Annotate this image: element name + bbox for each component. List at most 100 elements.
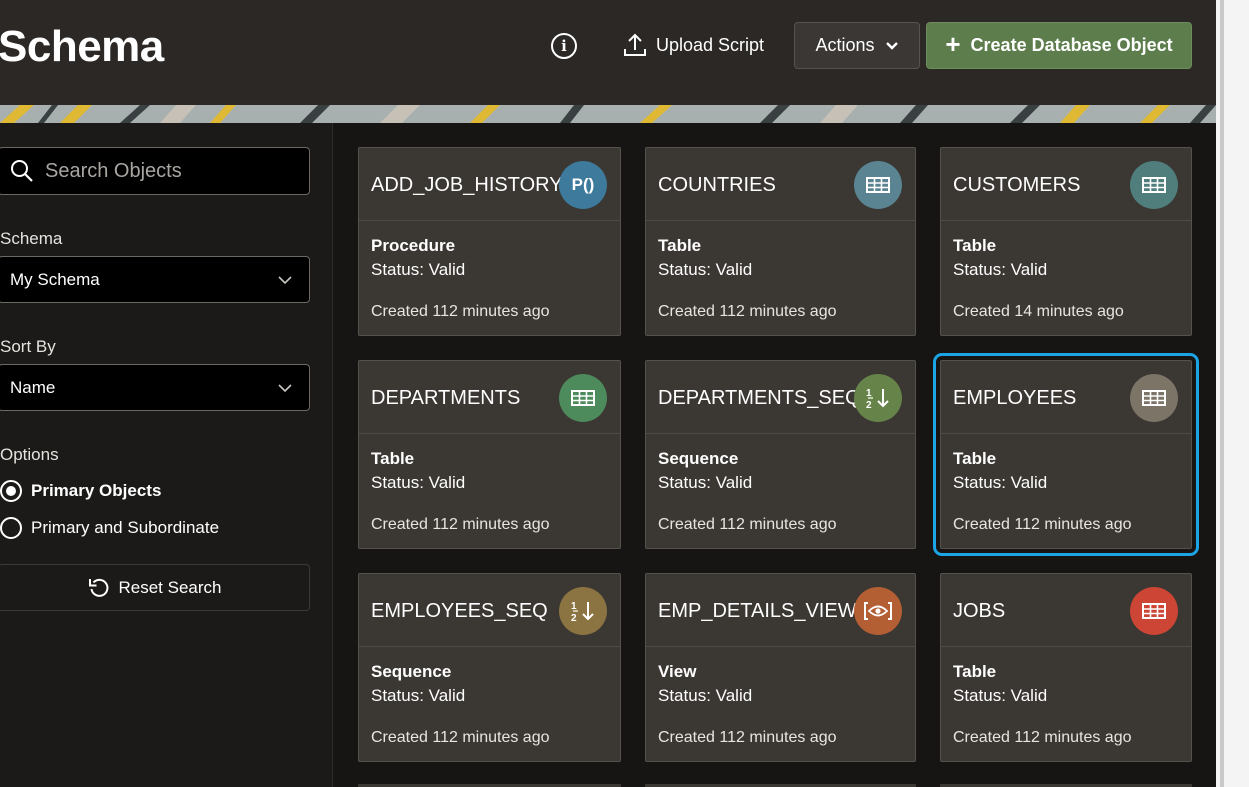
- object-name[interactable]: EMPLOYEES: [953, 387, 1076, 410]
- object-created: Created 14 minutes ago: [953, 303, 1124, 320]
- page-header: Schema i Upload Script Actions + Create …: [0, 0, 1216, 105]
- object-created: Created 112 minutes ago: [658, 303, 837, 320]
- object-type: Table: [953, 449, 997, 468]
- object-status: Status: Valid: [953, 686, 1048, 705]
- object-created: Created 112 minutes ago: [658, 516, 837, 533]
- search-field[interactable]: [0, 147, 310, 195]
- object-created: Created 112 minutes ago: [953, 516, 1132, 533]
- svg-text:1: 1: [866, 388, 872, 399]
- card-header: DEPARTMENTS: [359, 361, 620, 434]
- object-card[interactable]: EMPLOYEES Table Status: Valid Created 11…: [933, 353, 1199, 556]
- search-input[interactable]: [45, 159, 285, 183]
- view-icon: [854, 587, 902, 635]
- upload-script-label: Upload Script: [656, 34, 765, 55]
- object-created: Created 112 minutes ago: [371, 729, 550, 746]
- procedure-icon: P(): [559, 161, 607, 209]
- object-type: Table: [953, 236, 997, 255]
- options-label: Options: [0, 445, 59, 464]
- object-type: Sequence: [658, 449, 739, 468]
- object-card[interactable]: ADD_JOB_HISTORY P() Procedure Status: Va…: [358, 147, 621, 336]
- svg-text:2: 2: [866, 400, 872, 410]
- card-header: EMP_DETAILS_VIEW: [646, 574, 915, 647]
- object-name[interactable]: EMPLOYEES_SEQ: [371, 600, 548, 623]
- object-created: Created 112 minutes ago: [658, 729, 837, 746]
- object-card[interactable]: EMP_DETAILS_VIEW View Status: Valid Crea…: [645, 573, 916, 762]
- search-sidebar: Schema My Schema Sort By Name Options Pr…: [0, 123, 333, 787]
- schema-label: Schema: [0, 229, 63, 248]
- reset-search-button[interactable]: Reset Search: [0, 564, 310, 611]
- actions-menu-button[interactable]: Actions: [794, 22, 920, 69]
- decorative-banner: [0, 105, 1216, 123]
- object-card[interactable]: CUSTOMERS Table Status: Valid Created 14…: [940, 147, 1192, 336]
- object-card[interactable]: COUNTRIES Table Status: Valid Created 11…: [645, 147, 916, 336]
- table-icon: [1130, 587, 1178, 635]
- object-card[interactable]: DEPARTMENTS_SEQ 12 Sequence Status: Vali…: [645, 360, 916, 549]
- card-header: JOBS: [941, 574, 1191, 647]
- object-status: Status: Valid: [953, 260, 1048, 279]
- chevron-down-icon: [278, 275, 292, 284]
- chevron-down-icon: [278, 383, 292, 392]
- table-icon: [854, 161, 902, 209]
- object-name[interactable]: JOBS: [953, 600, 1005, 623]
- svg-text:2: 2: [571, 613, 577, 623]
- object-created: Created 112 minutes ago: [371, 303, 550, 320]
- create-label: Create Database Object: [970, 35, 1173, 55]
- schema-select[interactable]: My Schema: [0, 256, 310, 303]
- card-header: EMPLOYEES: [941, 361, 1191, 434]
- sequence-icon: 12: [854, 374, 902, 422]
- table-icon: [1130, 161, 1178, 209]
- search-icon: [11, 160, 33, 182]
- object-name[interactable]: EMP_DETAILS_VIEW: [658, 600, 857, 623]
- object-type: Sequence: [371, 662, 452, 681]
- table-icon: [559, 374, 607, 422]
- actions-label: Actions: [815, 35, 875, 55]
- schema-select-value: My Schema: [10, 269, 100, 289]
- sequence-icon: 12: [559, 587, 607, 635]
- page-title: Schema: [0, 22, 164, 71]
- info-icon[interactable]: i: [551, 33, 577, 59]
- option-primary-objects[interactable]: Primary Objects: [0, 480, 161, 502]
- object-name[interactable]: DEPARTMENTS_SEQ: [658, 387, 861, 410]
- card-header: ADD_JOB_HISTORY P(): [359, 148, 620, 221]
- upload-script-button[interactable]: Upload Script: [622, 30, 764, 60]
- sort-by-value: Name: [10, 377, 56, 397]
- card-header: DEPARTMENTS_SEQ 12: [646, 361, 915, 434]
- object-status: Status: Valid: [658, 473, 753, 492]
- object-name[interactable]: CUSTOMERS: [953, 174, 1080, 197]
- object-name[interactable]: ADD_JOB_HISTORY: [371, 174, 563, 197]
- object-type: Table: [953, 662, 997, 681]
- procedure-icon-label: P(): [571, 175, 595, 194]
- object-status: Status: Valid: [371, 686, 466, 705]
- object-name[interactable]: DEPARTMENTS: [371, 387, 520, 410]
- object-card[interactable]: JOBS Table Status: Valid Created 112 min…: [940, 573, 1192, 762]
- chevron-down-icon: [885, 41, 898, 50]
- object-name[interactable]: COUNTRIES: [658, 174, 776, 197]
- card-header: EMPLOYEES_SEQ 12: [359, 574, 620, 647]
- radio-unchecked-icon[interactable]: [0, 517, 22, 539]
- plus-icon: +: [945, 29, 961, 59]
- object-card[interactable]: EMPLOYEES_SEQ 12 Sequence Status: Valid …: [358, 573, 621, 762]
- object-created: Created 112 minutes ago: [953, 729, 1132, 746]
- object-status: Status: Valid: [953, 473, 1048, 492]
- svg-text:1: 1: [571, 601, 577, 612]
- sort-by-select[interactable]: Name: [0, 364, 310, 411]
- create-database-object-button[interactable]: + Create Database Object: [926, 22, 1192, 69]
- card-header: COUNTRIES: [646, 148, 915, 221]
- scrollbar-track: [1220, 0, 1224, 787]
- object-type: Table: [371, 449, 415, 468]
- card-header: CUSTOMERS: [941, 148, 1191, 221]
- object-status: Status: Valid: [371, 260, 466, 279]
- object-card[interactable]: DEPARTMENTS Table Status: Valid Created …: [358, 360, 621, 549]
- upload-icon: [624, 33, 646, 56]
- object-type: Table: [658, 236, 702, 255]
- object-type: Procedure: [371, 236, 456, 255]
- object-status: Status: Valid: [658, 686, 753, 705]
- object-status: Status: Valid: [658, 260, 753, 279]
- object-type: View: [658, 662, 697, 681]
- option-subordinate-label: Primary and Subordinate: [31, 518, 220, 537]
- option-primary-and-subordinate[interactable]: Primary and Subordinate: [0, 517, 219, 539]
- radio-checked-icon[interactable]: [0, 480, 22, 502]
- object-created: Created 112 minutes ago: [371, 516, 550, 533]
- object-status: Status: Valid: [371, 473, 466, 492]
- reset-icon: [88, 578, 108, 597]
